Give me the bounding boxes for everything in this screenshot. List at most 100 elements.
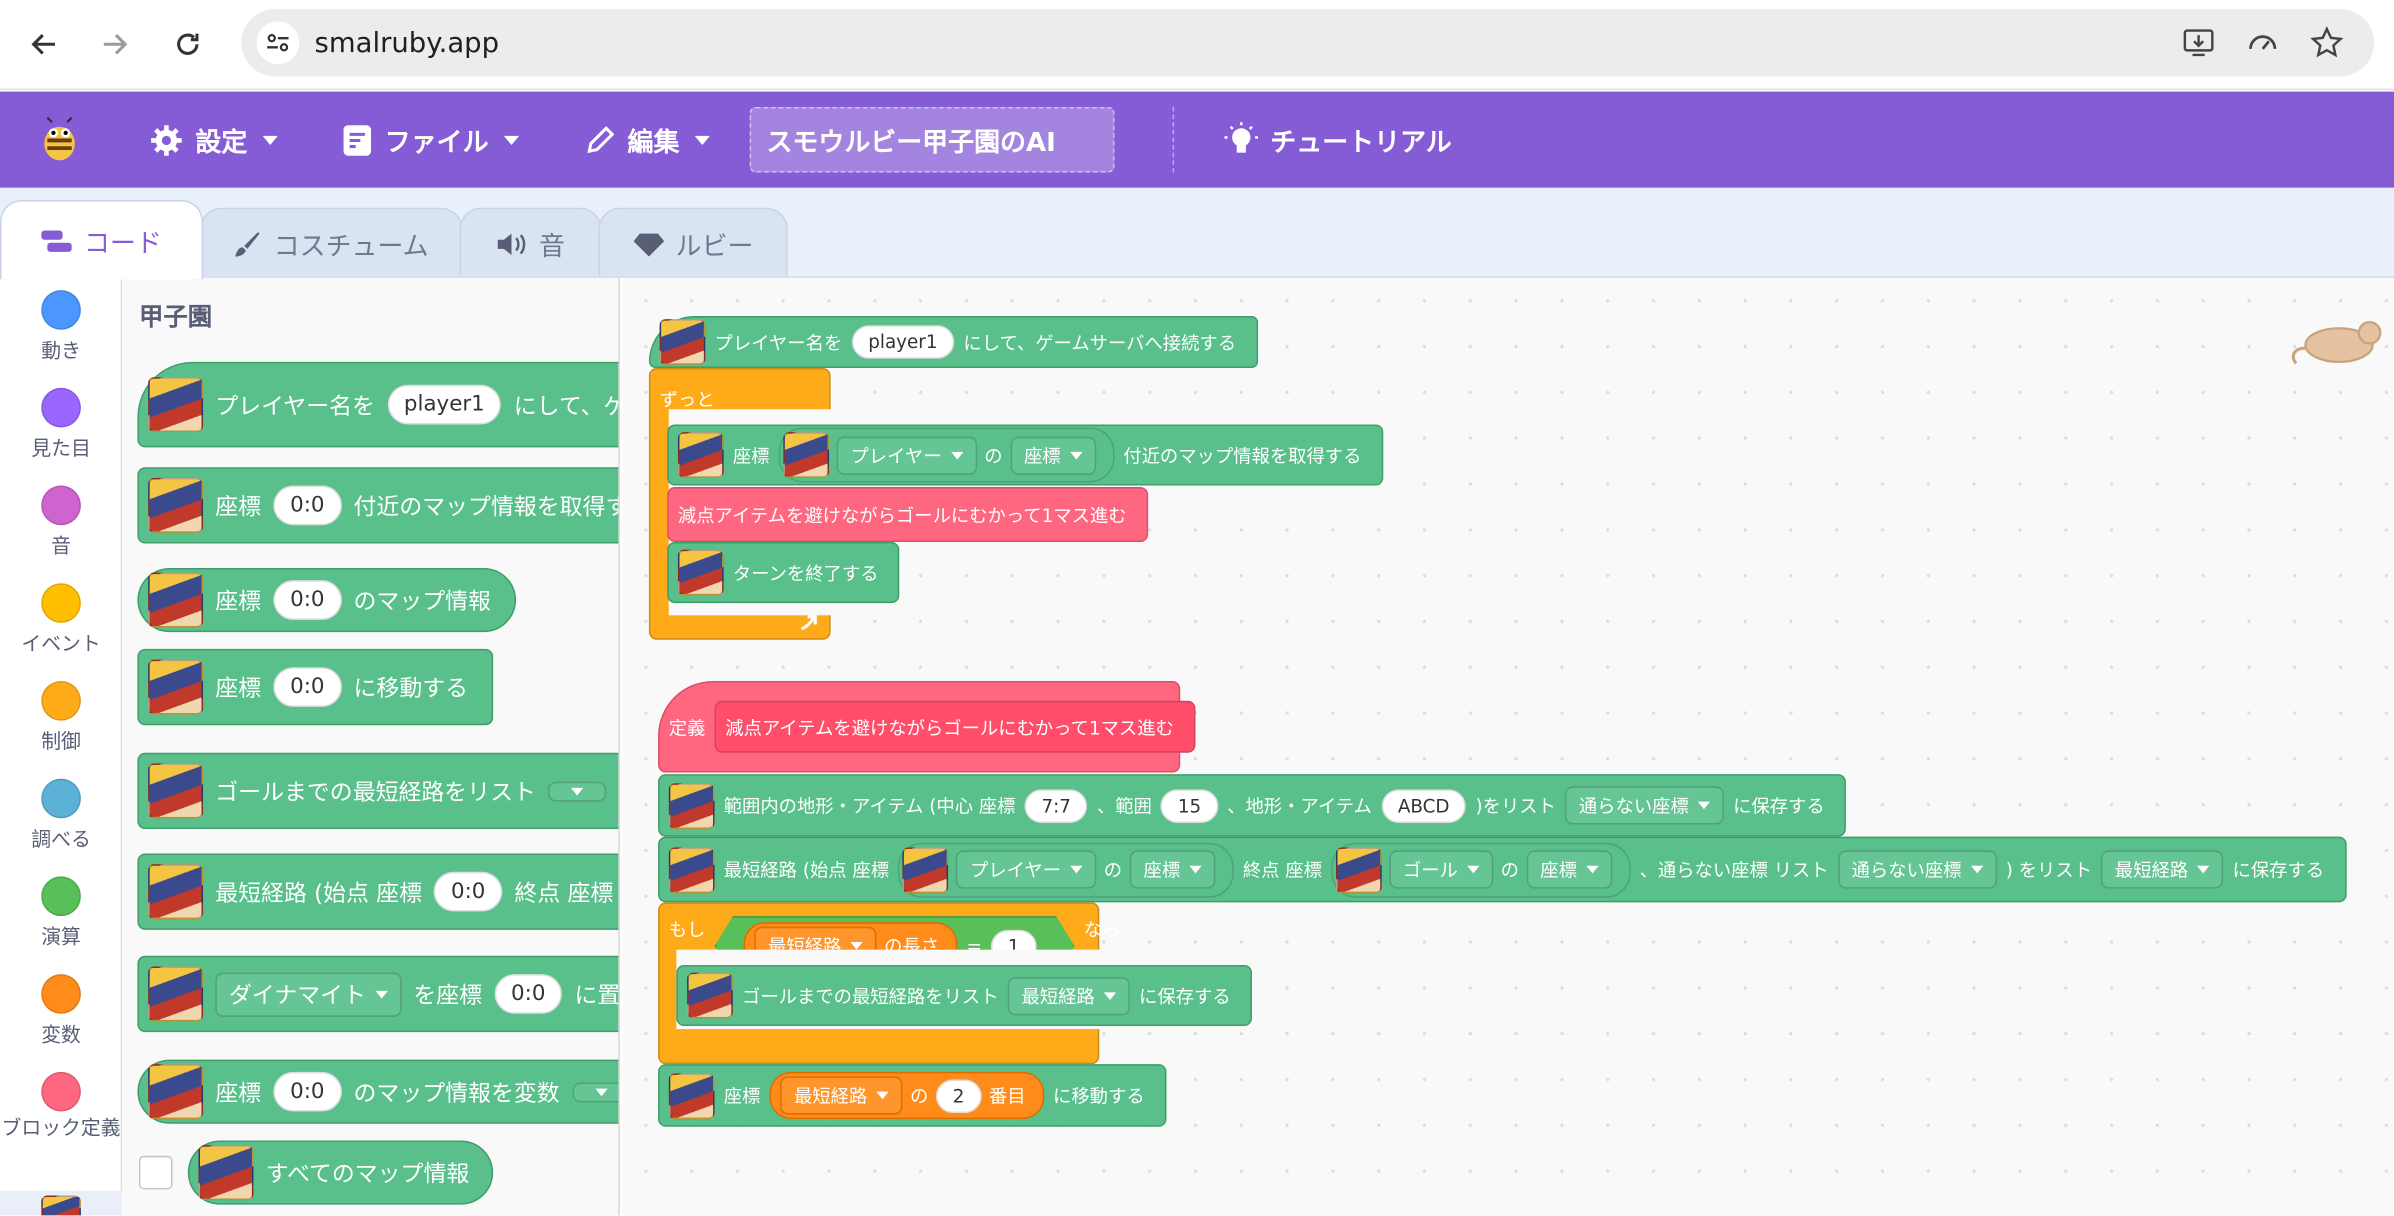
- category-operators[interactable]: 演算: [0, 876, 122, 950]
- property-dropdown[interactable]: 座標: [1526, 850, 1613, 889]
- palette-block-all-map-info[interactable]: すべてのマップ情報: [187, 1140, 494, 1205]
- forward-icon[interactable]: [92, 21, 138, 67]
- palette-block-move-to[interactable]: 座標 0:0 に移動する: [137, 648, 493, 726]
- object-dropdown[interactable]: ゴール: [1389, 850, 1493, 889]
- palette-block-goal-route[interactable]: ゴールまでの最短経路をリスト に: [137, 752, 619, 830]
- category-looks[interactable]: 見た目: [0, 387, 122, 462]
- get-map-block[interactable]: 座標 プレイヤー の 座標 付近のマップ情報を取得する: [667, 424, 1383, 486]
- list-dropdown[interactable]: 最短経路: [2101, 850, 2224, 889]
- block-text: 終点 座標: [514, 878, 614, 907]
- object-dropdown[interactable]: プレイヤー: [836, 435, 977, 475]
- end-coordinate-reporter[interactable]: ゴール の 座標: [1331, 842, 1631, 897]
- tab-sounds[interactable]: 音: [459, 207, 602, 278]
- chevron-down-icon: [262, 135, 278, 145]
- list-dropdown[interactable]: 最短経路: [780, 1076, 903, 1115]
- url-text[interactable]: smalruby.app: [315, 27, 500, 59]
- coordinate-input[interactable]: 0:0: [273, 667, 342, 707]
- koshien-category-icon: [41, 1195, 81, 1216]
- tab-costumes[interactable]: コスチューム: [200, 207, 463, 278]
- sprite-thumbnail-icon: [2291, 321, 2382, 365]
- category-my-blocks[interactable]: ブロック定義: [0, 1071, 122, 1144]
- koshien-avatar: [148, 1064, 204, 1120]
- edit-menu[interactable]: 編集: [585, 92, 710, 188]
- category-variables[interactable]: 変数: [0, 974, 122, 1047]
- pencil-icon: [587, 125, 615, 153]
- shortest-path-block[interactable]: 最短経路 (始点 座標 プレイヤー の 座標 終点 座標 ゴール の 座標 、通…: [658, 836, 2347, 903]
- category-label: 演算: [41, 926, 81, 950]
- move-to-item-block[interactable]: 座標 最短経路 の 2 番目 に移動する: [658, 1064, 1167, 1127]
- koshien-avatar: [148, 864, 204, 920]
- coordinate-input[interactable]: 0:0: [273, 485, 342, 526]
- palette-block-map-info[interactable]: 座標 0:0 のマップ情報: [137, 567, 516, 633]
- project-title-input[interactable]: スモウルビー甲子園のAI: [749, 106, 1115, 173]
- list-dropdown[interactable]: 最短経路: [1007, 976, 1130, 1015]
- connect-hat-block[interactable]: プレイヤー名を player1 にして、ゲームサーバへ接続する: [648, 316, 1258, 368]
- category-label: 見た目: [31, 438, 91, 462]
- menu-bar: 設定 ファイル 編集 スモウルビー甲子園のAI チュートリアル: [0, 91, 2394, 188]
- end-turn-block[interactable]: ターンを終了する: [667, 542, 900, 604]
- define-hat-block[interactable]: 定義 減点アイテムを避けながらゴールにむかって1マス進む: [658, 680, 1196, 773]
- category-koshien-selected[interactable]: [0, 1190, 123, 1216]
- block-text: 座標: [215, 587, 262, 615]
- category-control[interactable]: 制御: [0, 680, 122, 755]
- category-motion[interactable]: 動き: [0, 290, 122, 363]
- bookmark-star-icon[interactable]: [2310, 26, 2344, 60]
- list-dropdown[interactable]: 通らない座標: [1837, 850, 1997, 889]
- palette-block-get-map[interactable]: 座標 0:0 付近のマップ情報を取得する: [137, 467, 619, 544]
- palette-block-connect[interactable]: プレイヤー名を player1 にして、ゲ: [137, 361, 619, 448]
- site-info-icon[interactable]: [256, 21, 300, 65]
- property-dropdown[interactable]: 座標: [1129, 850, 1216, 889]
- settings-menu[interactable]: 設定: [150, 92, 278, 188]
- tutorial-button[interactable]: チュートリアル: [1224, 92, 1452, 188]
- tab-code[interactable]: コード: [0, 200, 204, 280]
- coordinate-input[interactable]: 0:0: [434, 871, 503, 912]
- coordinate-input[interactable]: 0:0: [273, 1071, 342, 1112]
- category-events[interactable]: イベント: [0, 583, 122, 657]
- block-text: すべてのマップ情報: [265, 1159, 470, 1188]
- tab-ruby[interactable]: ルビー: [598, 207, 788, 278]
- install-app-icon[interactable]: [2182, 26, 2216, 60]
- player-name-input[interactable]: player1: [387, 384, 502, 425]
- then-label: なら: [1083, 919, 1121, 941]
- block-palette: 甲子園 プレイヤー名を player1 にして、ゲ 座標 0:0 付近のマップ情…: [123, 277, 620, 1216]
- range-list-block[interactable]: 範囲内の地形・アイテム (中心 座標 7:7 、範囲 15 、地形・アイテム A…: [658, 774, 1847, 837]
- back-icon[interactable]: [21, 21, 67, 67]
- monitor-checkbox[interactable]: [138, 1155, 173, 1190]
- reload-icon[interactable]: [165, 21, 211, 67]
- script-area[interactable]: プレイヤー名を player1 にして、ゲームサーバへ接続する ずっと 座標 プ…: [622, 277, 2394, 1216]
- player-name-input[interactable]: player1: [851, 325, 955, 359]
- item-input[interactable]: ABCD: [1381, 788, 1467, 823]
- block-text: に移動する: [1053, 1085, 1145, 1107]
- coordinate-input[interactable]: 0:0: [273, 580, 342, 620]
- performance-icon[interactable]: [2246, 26, 2280, 60]
- block-text: に保存する: [1733, 795, 1825, 817]
- palette-block-shortest-path[interactable]: 最短経路 (始点 座標 0:0 終点 座標: [137, 853, 619, 930]
- coordinate-input[interactable]: 0:0: [494, 974, 563, 1014]
- list-dropdown[interactable]: [548, 780, 607, 801]
- list-dropdown[interactable]: 通らない座標: [1565, 786, 1724, 825]
- range-input[interactable]: 15: [1161, 788, 1218, 823]
- custom-block-call[interactable]: 減点アイテムを避けながらゴールにむかって1マス進む: [667, 487, 1148, 543]
- koshien-avatar: [198, 1145, 254, 1201]
- palette-block-place-item[interactable]: ダイナマイト を座標 0:0 に置く: [137, 955, 619, 1033]
- object-dropdown[interactable]: プレイヤー: [956, 850, 1097, 889]
- category-label: 制御: [41, 731, 81, 755]
- category-sensing[interactable]: 調べる: [0, 778, 122, 852]
- goal-route-block[interactable]: ゴールまでの最短経路をリスト 最短経路 に保存する: [676, 964, 1253, 1027]
- list-item-reporter[interactable]: 最短経路 の 2 番目: [769, 1071, 1044, 1120]
- category-sound[interactable]: 音: [0, 485, 122, 559]
- center-input[interactable]: 7:7: [1024, 788, 1088, 823]
- player-coordinate-reporter[interactable]: プレイヤー の 座標: [778, 427, 1115, 483]
- file-menu[interactable]: ファイル: [342, 92, 520, 188]
- start-coordinate-reporter[interactable]: プレイヤー の 座標: [898, 842, 1234, 897]
- index-input[interactable]: 2: [936, 1078, 982, 1113]
- address-bar[interactable]: smalruby.app: [241, 9, 2375, 77]
- edit-label: 編集: [627, 128, 680, 159]
- palette-block-map-to-variable[interactable]: 座標 0:0 のマップ情報を変数: [137, 1059, 619, 1124]
- variable-dropdown[interactable]: [571, 1081, 619, 1102]
- block-text: を座標: [413, 980, 483, 1009]
- property-dropdown[interactable]: 座標: [1010, 435, 1096, 475]
- item-dropdown[interactable]: ダイナマイト: [215, 971, 402, 1017]
- smalruby-logo[interactable]: [34, 92, 98, 188]
- block-text: ゴールまでの最短経路をリスト: [742, 985, 999, 1007]
